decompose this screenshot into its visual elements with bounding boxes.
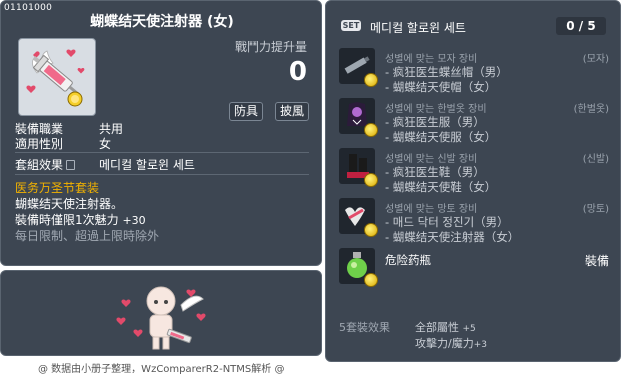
set-info-panel: SET 메디컬 할로윈 세트 0 / 5 성별에 맞는 모자 장비 (모자) -…: [325, 0, 621, 362]
coin-icon: [364, 273, 378, 287]
category-tag-armor: 防具: [229, 102, 264, 121]
coin-icon: [364, 223, 378, 237]
item-name: 蝴蝶结天使注射器 (女): [90, 14, 234, 30]
description-note: 每日限制、超過上限時除外: [15, 229, 160, 243]
item-icon-frame: [18, 38, 96, 116]
set-badge: SET: [341, 20, 361, 31]
lock-icon: [66, 160, 76, 170]
set-piece-row: 성별에 맞는 망토 장비 (망토) - 매드 닥터 정진기（男） - 蝴蝶结天使…: [339, 198, 609, 244]
set-bonus-stat: 全部屬性 +5: [415, 321, 476, 334]
set-piece-row: 성별에 맞는 신발 장비 (신발) - 疯狂医生鞋（男） - 蝴蝶结天使鞋（女）: [339, 148, 609, 194]
set-piece-requirement: 성별에 맞는 신발 장비: [385, 154, 478, 165]
set-piece-option: - 疯狂医生蝶丝帽（男）: [385, 65, 508, 79]
set-piece-option: - 蝴蝶结天使服（女）: [385, 130, 497, 144]
set-piece-option: - 疯狂医生服（男）: [385, 115, 485, 129]
set-piece-requirement: 성별에 맞는 모자 장비: [385, 54, 478, 65]
set-piece-requirement: 성별에 맞는 한벌옷 장비: [385, 104, 487, 115]
job-row: 裝備職業 共用: [15, 120, 215, 136]
power-value: 0: [288, 57, 307, 87]
set-piece-status: 裝備: [584, 254, 609, 268]
set-effect-key: 套組效果: [15, 156, 76, 173]
shoes-icon: [339, 148, 378, 187]
gender-row: 適用性別 女: [15, 135, 215, 151]
set-piece-requirement: 성별에 맞는 망토 장비: [385, 204, 478, 215]
set-piece-option: - 疯狂医生鞋（男）: [385, 165, 485, 179]
syringe-icon: [26, 49, 85, 107]
set-effect-row: 套組效果 메디컬 할로윈 세트: [15, 156, 275, 172]
gender-value: 女: [99, 137, 112, 151]
set-count: 0 / 5: [556, 17, 606, 35]
power-label: 戰鬥力提升量: [234, 40, 307, 54]
set-piece-option: - 매드 닥터 정진기（男）: [385, 215, 509, 229]
set-piece-option: - 蝴蝶结天使帽（女）: [385, 80, 497, 94]
set-bonus-label: 5套裝效果: [339, 321, 390, 334]
description-line: 裝備時僅限1次魅力 +30: [15, 213, 146, 227]
set-piece-category: (한벌옷): [573, 104, 609, 115]
set-piece-option: - 蝴蝶结天使注射器（女）: [385, 230, 520, 244]
category-tag-cape: 披風: [275, 102, 310, 121]
set-name: 메디컬 할로윈 세트: [370, 21, 466, 35]
item-tooltip-panel: 01101000 蝴蝶结天使注射器 (女) 戰鬥力提升量 0 防具 披風 裝備職…: [0, 0, 322, 266]
gender-key: 適用性別: [15, 137, 64, 151]
set-piece-category: (망토): [582, 204, 609, 215]
outfit-icon: [339, 98, 378, 137]
set-piece-name: 危险药瓶: [385, 253, 431, 267]
set-piece-row: 危险药瓶 裝備: [339, 248, 609, 292]
set-piece-category: (모자): [582, 54, 609, 65]
set-effect-value: 메디컬 할로윈 세트: [99, 158, 195, 172]
description-title: 医务万圣节套装: [15, 181, 100, 195]
potion-icon: [339, 248, 378, 287]
set-piece-category: (신발): [582, 154, 609, 165]
cape-icon: [339, 198, 378, 237]
description-line: 蝴蝶结天使注射器。: [15, 197, 124, 211]
character-preview-image: [116, 286, 206, 350]
hat-icon: [339, 48, 378, 87]
coin-icon: [364, 173, 378, 187]
set-piece-row: 성별에 맞는 모자 장비 (모자) - 疯狂医生蝶丝帽（男） - 蝴蝶结天使帽（…: [339, 48, 609, 94]
set-piece-row: 성별에 맞는 한벌옷 장비 (한벌옷) - 疯狂医生服（男） - 蝴蝶结天使服（…: [339, 98, 609, 144]
footer-credit: @ 数据由小册子整理，WzComparerR2-NTMS解析 @: [38, 364, 285, 375]
set-bonus-stat: 攻擊力/魔力+3: [415, 337, 487, 350]
divider: [15, 174, 309, 175]
divider: [15, 152, 309, 153]
coin-icon: [364, 73, 378, 87]
set-piece-option: - 蝴蝶结天使鞋（女）: [385, 180, 497, 194]
character-preview-panel: [0, 270, 322, 356]
coin-icon: [364, 123, 378, 137]
